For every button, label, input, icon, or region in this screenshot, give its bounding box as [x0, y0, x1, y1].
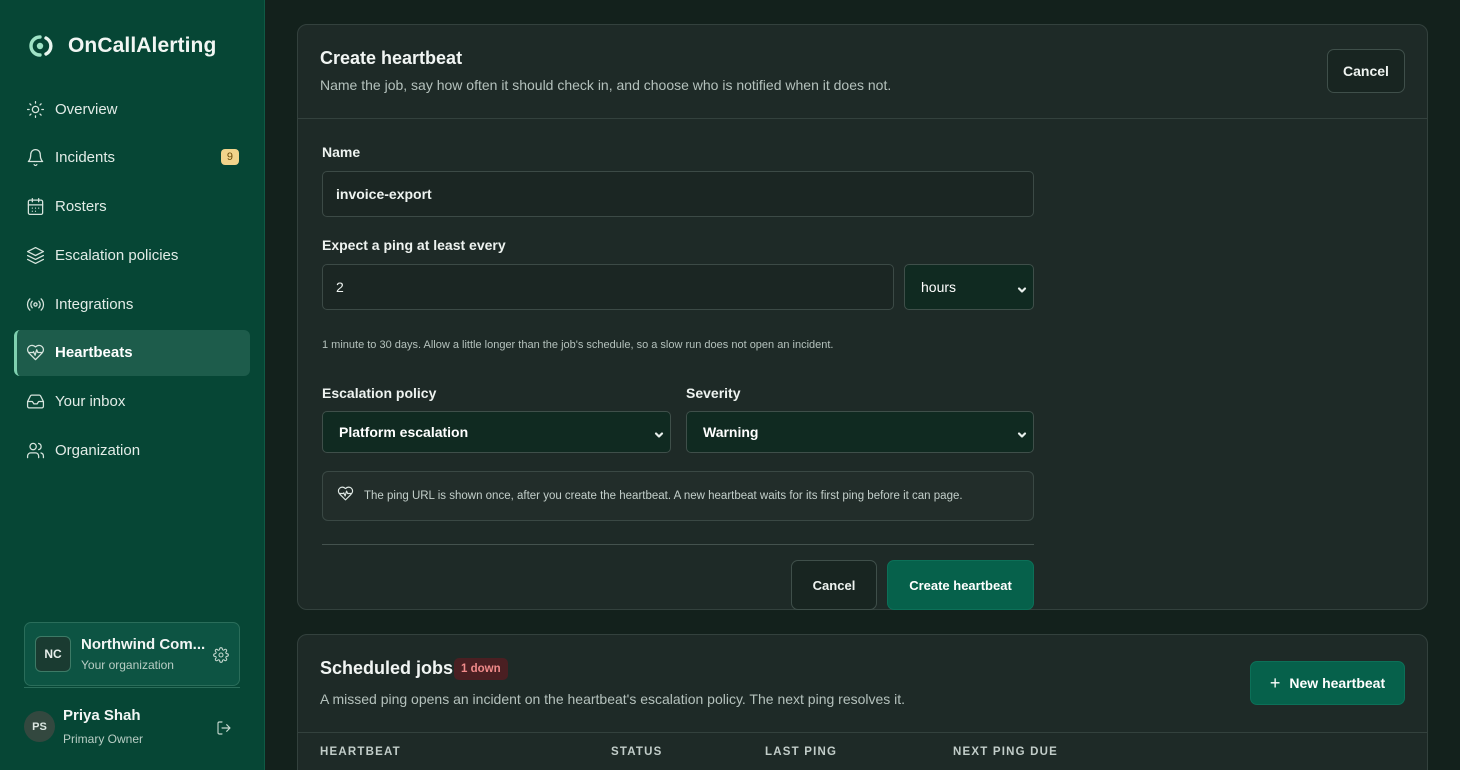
user-role: Primary Owner — [63, 732, 144, 746]
column-header-status[interactable]: STATUS — [611, 746, 663, 758]
user-name: Priya Shah — [63, 707, 141, 724]
interval-hint: 1 minute to 30 days. Allow a little long… — [322, 339, 834, 351]
chevron-down-icon — [1017, 427, 1027, 438]
nav-label: Rosters — [55, 198, 107, 216]
nav-item-integrations[interactable]: Integrations — [14, 281, 250, 327]
nav-label: Overview — [55, 100, 118, 118]
name-label: Name — [322, 144, 361, 160]
nav-item-heartbeats[interactable]: Heartbeats — [14, 329, 250, 376]
scheduled-jobs-header: Scheduled jobs 1 down A missed ping open… — [298, 635, 1427, 733]
nav-item-rosters[interactable]: Rosters — [14, 184, 250, 230]
oncall-logo-icon — [29, 35, 53, 57]
interval-label: Expect a ping at least every — [322, 237, 506, 253]
chevron-down-icon — [1017, 282, 1027, 293]
brand-name: OnCallAlerting — [68, 34, 217, 57]
column-header-last-ping[interactable]: LAST PING — [765, 746, 837, 758]
nav-item-your-inbox[interactable]: Your inbox — [14, 379, 250, 425]
new-heartbeat-button[interactable]: + New heartbeat — [1250, 661, 1405, 705]
nav-label: Incidents — [55, 149, 116, 167]
layers-icon — [25, 245, 45, 265]
main-nav: Overview Incidents 9 Rosters Escalation — [14, 86, 250, 476]
plus-icon: + — [1269, 673, 1281, 693]
ping-url-note: The ping URL is shown once, after you cr… — [322, 471, 1034, 521]
bell-icon — [25, 148, 45, 168]
form-divider — [322, 544, 1034, 545]
heartbeat-icon — [337, 485, 354, 507]
sun-icon — [25, 99, 45, 119]
nav-label: Heartbeats — [55, 344, 133, 362]
broadcast-icon — [25, 294, 45, 314]
logout-icon[interactable] — [216, 720, 232, 736]
chevron-down-icon — [654, 427, 664, 438]
nav-label: Your inbox — [55, 393, 126, 411]
name-input[interactable]: invoice-export — [322, 171, 1034, 217]
create-heartbeat-card: Create heartbeat Name the job, say how o… — [297, 24, 1428, 610]
column-header-heartbeat[interactable]: HEARTBEAT — [320, 746, 401, 758]
calendar-icon — [25, 197, 45, 217]
create-heartbeat-description: Name the job, say how often it should ch… — [320, 77, 892, 93]
new-heartbeat-label: New heartbeat — [1289, 675, 1386, 691]
interval-input[interactable]: 2 — [322, 264, 894, 310]
page-title: Create heartbeat — [320, 48, 463, 68]
nav-item-organization[interactable]: Organization — [14, 428, 250, 474]
brand[interactable]: OnCallAlerting — [26, 33, 216, 59]
policy-label: Escalation policy — [322, 385, 437, 401]
nav-item-overview[interactable]: Overview — [14, 86, 250, 132]
org-avatar: NC — [35, 636, 71, 672]
nav-label: Integrations — [55, 295, 134, 313]
nav-item-escalation-policies[interactable]: Escalation policies — [14, 232, 250, 278]
create-heartbeat-button[interactable]: Create heartbeat — [887, 560, 1034, 610]
severity-select[interactable]: Warning — [686, 411, 1034, 453]
scheduled-jobs-title: Scheduled jobs — [320, 658, 454, 678]
user-profile: PS Priya Shah Primary Owner — [24, 687, 240, 767]
column-header-next-ping-due[interactable]: NEXT PING DUE — [953, 746, 1058, 758]
interval-unit-value: hours — [921, 279, 957, 295]
sidebar: OnCallAlerting Overview Incidents 9 Rost… — [0, 0, 265, 770]
policy-value: Platform escalation — [339, 424, 469, 440]
ping-url-note-text: The ping URL is shown once, after you cr… — [364, 490, 963, 502]
org-subtitle: Your organization — [81, 658, 174, 672]
status-badge: 1 down — [454, 658, 508, 680]
gear-icon[interactable] — [213, 647, 229, 663]
incidents-count-badge: 9 — [220, 148, 239, 165]
nav-label: Escalation policies — [55, 246, 179, 264]
scheduled-jobs-card: Scheduled jobs 1 down A missed ping open… — [297, 634, 1428, 770]
inbox-icon — [25, 392, 45, 412]
nav-label: Organization — [55, 442, 141, 460]
escalation-policy-select[interactable]: Platform escalation — [322, 411, 671, 453]
org-name: Northwind Com... — [81, 636, 206, 653]
severity-value: Warning — [703, 424, 759, 440]
nav-item-incidents[interactable]: Incidents 9 — [14, 135, 250, 181]
main-content: Create heartbeat Name the job, say how o… — [265, 0, 1460, 770]
header-cancel-button[interactable]: Cancel — [1327, 49, 1405, 93]
interval-unit-select[interactable]: hours — [904, 264, 1034, 310]
org-switcher[interactable]: NC Northwind Com... Your organization — [24, 622, 240, 686]
heartbeat-icon — [25, 343, 45, 363]
scheduled-jobs-description: A missed ping opens an incident on the h… — [320, 691, 906, 707]
users-icon — [25, 441, 45, 461]
cancel-button[interactable]: Cancel — [791, 560, 877, 610]
create-heartbeat-header: Create heartbeat Name the job, say how o… — [298, 25, 1427, 119]
severity-label: Severity — [686, 385, 741, 401]
avatar: PS — [24, 711, 55, 742]
